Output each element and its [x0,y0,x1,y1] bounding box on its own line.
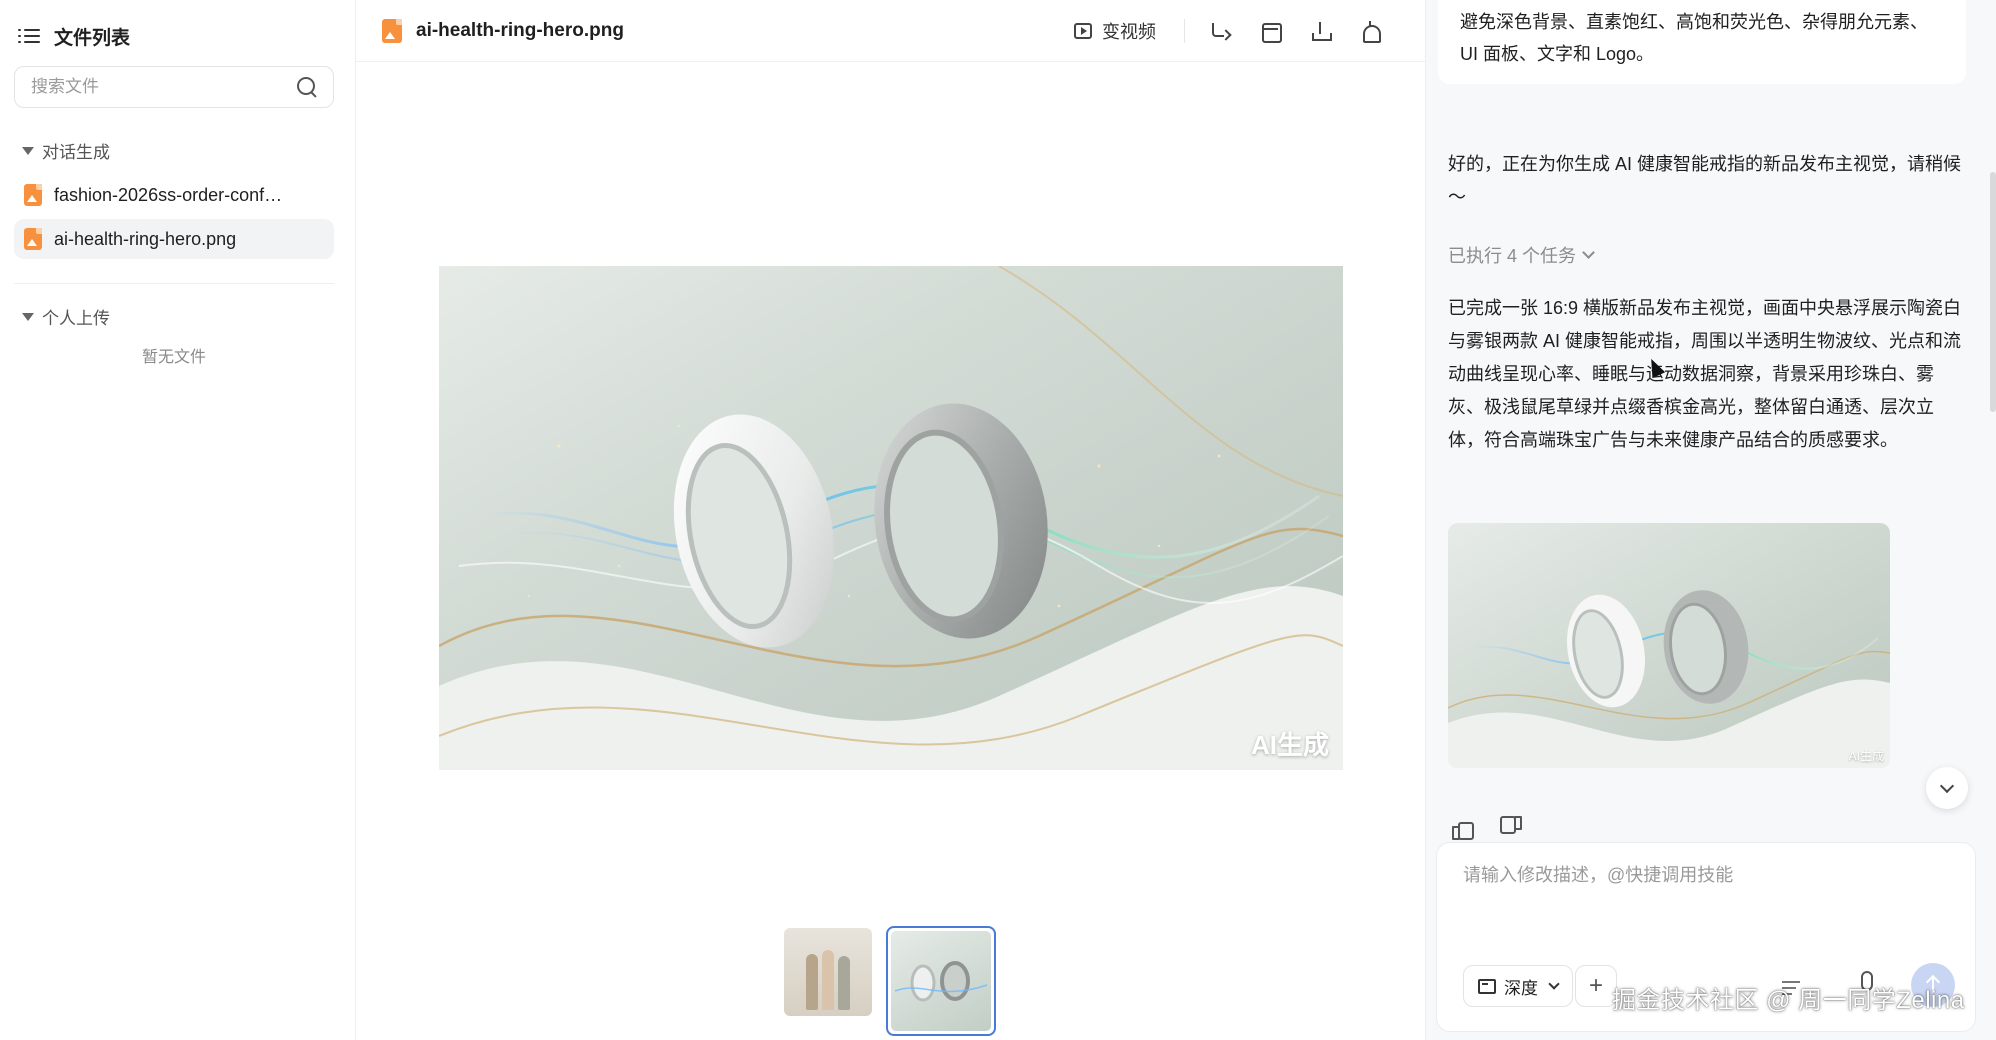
app-window: 文件列表 对话生成 fashion-2026ss-order-conf… ai-… [0,0,1996,1040]
tasks-label: 已执行 4 个任务 [1448,246,1577,266]
sidebar-header: 文件列表 [14,0,333,72]
generated-image-thumbnail[interactable]: AI生成 [1448,523,1890,768]
add-attachment-button[interactable]: + [1575,965,1617,1007]
share-button[interactable] [1195,11,1245,51]
group-toggle-chat-generated[interactable]: 对话生成 [14,138,333,163]
image-file-icon [24,184,42,206]
preview-toolbar: 变视频 [1074,0,1395,62]
thumbnail-ai-health-ring[interactable] [886,926,996,1036]
mode-label: 深度 [1504,978,1538,998]
group-label: 个人上传 [42,309,110,328]
group-label: 对话生成 [42,143,110,162]
video-icon [1074,23,1092,39]
to-video-label: 变视频 [1102,22,1156,42]
group-toggle-personal-upload[interactable]: 个人上传 [14,304,333,329]
download-icon [1310,21,1332,41]
thumbs-down-icon[interactable] [1500,818,1522,838]
file-item-fashion[interactable]: fashion-2026ss-order-conf… [14,175,334,215]
file-sidebar: 文件列表 对话生成 fashion-2026ss-order-conf… ai-… [0,0,356,1040]
clean-icon [1360,21,1381,43]
sidebar-title: 文件列表 [54,27,131,49]
file-name: fashion-2026ss-order-conf… [54,184,283,205]
thumbnail-strip [784,926,996,1036]
assistant-reply-intro: 好的，正在为你生成 AI 健康智能戒指的新品发布主视觉，请稍候～ [1448,154,1962,207]
list-icon[interactable] [18,27,40,45]
image-file-icon [24,228,42,250]
divider [14,283,334,284]
search-input[interactable] [31,77,271,97]
caret-down-icon [22,312,34,321]
previous-message-card: 避免深色背景、直素饱红、高饱和荧光色、杂得朋允元素、UI 面板、文字和 Logo… [1438,0,1966,84]
tasks-toggle[interactable]: 已执行 4 个任务 [1448,242,1595,268]
chevron-down-icon [1548,978,1560,990]
mode-select[interactable]: 深度 [1463,965,1573,1007]
chevron-down-icon [1582,246,1595,259]
preview-header: ai-health-ring-hero.png 变视频 [356,0,1425,62]
scroll-to-bottom-button[interactable] [1926,767,1968,809]
hero-artwork [439,266,1343,770]
archive-button[interactable] [1245,11,1295,51]
thumbs-up-icon[interactable] [1452,818,1474,840]
chat-panel: 避免深色背景、直素饱红、高饱和荧光色、杂得朋允元素、UI 面板、文字和 Logo… [1426,0,1996,1040]
assistant-result-text: 已完成一张 16:9 横版新品发布主视觉，画面中央悬浮展示陶瓷白与雾银两款 AI… [1448,298,1962,450]
caret-down-icon [22,146,34,155]
preview-file-name: ai-health-ring-hero.png [416,19,624,41]
mode-icon [1478,978,1496,994]
archive-icon [1260,21,1282,43]
image-preview-panel: ai-health-ring-hero.png 变视频 AI生成 [356,0,1426,1040]
search-icon[interactable] [297,77,317,97]
image-file-icon [382,18,402,43]
download-button[interactable] [1295,11,1345,51]
ai-generated-tag: AI生成 [1848,749,1884,763]
thumbnail-fashion[interactable] [784,928,872,1016]
file-item-ai-health-ring[interactable]: ai-health-ring-hero.png [14,219,334,259]
watermark: 掘金技术社区 @ 周一同学Zelina [1612,987,1965,1014]
chat-scrollbar[interactable] [1990,172,1996,412]
to-video-button[interactable]: 变视频 [1074,19,1185,43]
previous-message-text: 避免深色背景、直素饱红、高饱和荧光色、杂得朋允元素、UI 面板、文字和 Logo… [1460,12,1928,64]
hero-image: AI生成 [439,266,1343,770]
search-box[interactable] [14,66,334,108]
empty-files-text: 暂无文件 [141,349,206,366]
clean-button[interactable] [1345,11,1395,51]
chevron-down-icon [1939,778,1955,794]
share-icon [1210,21,1230,41]
ai-generated-tag: AI生成 [1250,730,1329,760]
chat-input[interactable] [1463,861,1953,931]
file-name: ai-health-ring-hero.png [54,228,237,249]
